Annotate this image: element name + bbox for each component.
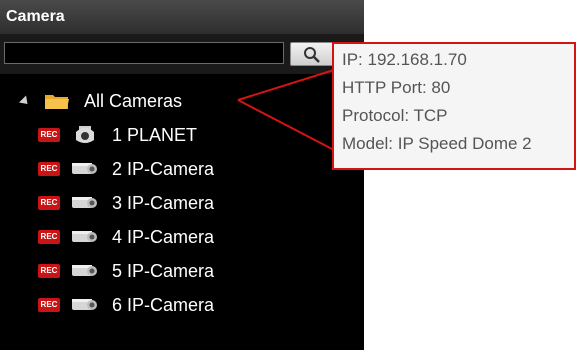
camera-list-item[interactable]: REC 1 PLANET bbox=[38, 120, 197, 150]
rec-badge: REC bbox=[38, 162, 60, 176]
camera-info-tooltip: IP: 192.168.1.70 HTTP Port: 80 Protocol:… bbox=[332, 42, 576, 170]
box-camera-icon bbox=[72, 299, 97, 310]
box-camera-icon bbox=[72, 265, 97, 276]
box-camera-icon bbox=[72, 163, 97, 174]
rec-badge: REC bbox=[38, 196, 60, 210]
panel-header: Camera bbox=[0, 0, 364, 35]
search-button[interactable] bbox=[290, 42, 334, 66]
tooltip-http-port: HTTP Port: 80 bbox=[342, 78, 451, 97]
camera-label: 2 IP-Camera bbox=[112, 158, 215, 179]
tooltip-protocol: Protocol: TCP bbox=[342, 106, 448, 125]
tree-root-label: All Cameras bbox=[84, 90, 183, 111]
search-row bbox=[0, 34, 364, 74]
folder-icon bbox=[45, 95, 69, 109]
rec-badge: REC bbox=[38, 264, 60, 278]
rec-badge: REC bbox=[38, 128, 60, 142]
tooltip-model: Model: IP Speed Dome 2 bbox=[342, 134, 532, 153]
camera-label: 1 PLANET bbox=[112, 124, 198, 145]
camera-list-item[interactable]: REC 6 IP-Camera bbox=[38, 290, 214, 320]
expand-arrow-icon[interactable] bbox=[18, 94, 32, 108]
search-icon bbox=[304, 47, 320, 63]
camera-list-item[interactable]: REC 4 IP-Camera bbox=[38, 222, 214, 252]
tree-root-all-cameras[interactable]: All Cameras bbox=[0, 86, 182, 116]
search-input[interactable] bbox=[4, 42, 284, 64]
camera-label: 5 IP-Camera bbox=[112, 260, 215, 281]
box-camera-icon bbox=[72, 231, 97, 242]
camera-list-item[interactable]: REC 3 IP-Camera bbox=[38, 188, 214, 218]
camera-list-item[interactable]: REC 2 IP-Camera bbox=[38, 154, 214, 184]
camera-panel: Camera All Cameras REC 1 PLANET REC 2 IP-Ca… bbox=[0, 0, 364, 350]
rec-badge: REC bbox=[38, 230, 60, 244]
camera-label: 3 IP-Camera bbox=[112, 192, 215, 213]
camera-list-item[interactable]: REC 5 IP-Camera bbox=[38, 256, 214, 286]
camera-label: 4 IP-Camera bbox=[112, 226, 215, 247]
rec-badge: REC bbox=[38, 298, 60, 312]
camera-label: 6 IP-Camera bbox=[112, 294, 215, 315]
tooltip-ip: IP: 192.168.1.70 bbox=[342, 50, 467, 69]
dome-camera-icon bbox=[76, 126, 94, 143]
box-camera-icon bbox=[72, 197, 97, 208]
panel-title: Camera bbox=[6, 8, 65, 25]
